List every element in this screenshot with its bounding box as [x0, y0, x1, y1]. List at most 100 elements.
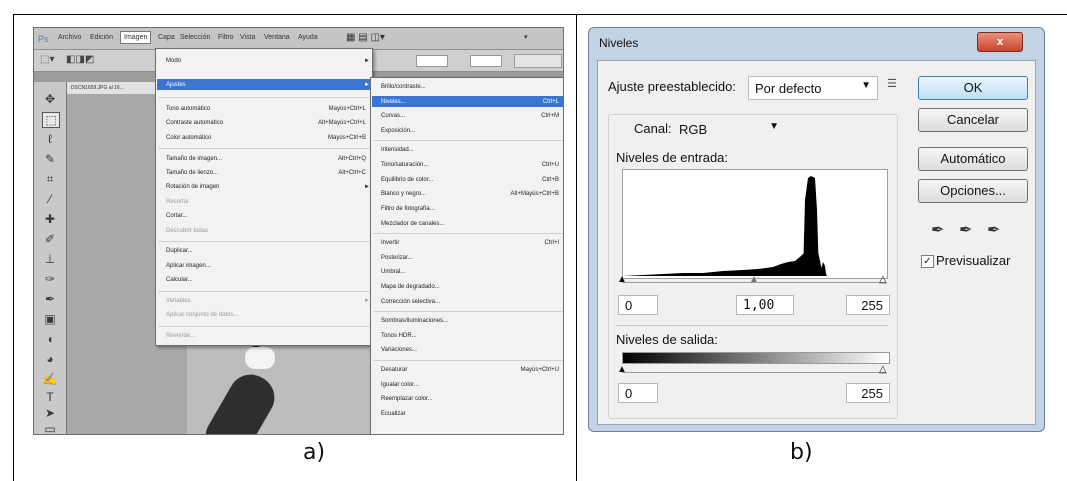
type-tool-icon[interactable]: T	[42, 390, 58, 404]
tool-preset-icon[interactable]: ⬚▾	[40, 54, 54, 65]
image-menu-item[interactable]: Reventar...	[166, 332, 366, 341]
channel-label: Canal:	[630, 121, 676, 136]
shape-tool-icon[interactable]: ▭	[42, 422, 58, 434]
adjustments-menu-item[interactable]: Variaciones...	[381, 346, 559, 355]
image-menu-item[interactable]: Tamaño de lienzo... Alt+Ctrl+C	[166, 169, 366, 178]
image-menu-item[interactable]: Tono automático Mayús+Ctrl+L	[166, 105, 366, 114]
adjustments-menu-item[interactable]: Mapa de degradado...	[381, 283, 559, 292]
input-black-field[interactable]: 0	[618, 295, 658, 315]
cancel-button[interactable]: Cancelar	[918, 108, 1028, 132]
adjustments-menu-item[interactable]: Equilibrio de color... Ctrl+B	[381, 176, 559, 185]
adjustments-menu-item[interactable]: Brillo/contraste...	[381, 83, 559, 92]
adjustments-menu-item[interactable]: Mezclador de canales...	[381, 220, 559, 229]
menu-vista[interactable]: Vista	[240, 34, 255, 41]
menu-edicion[interactable]: Edición	[90, 34, 113, 41]
adjustments-menu-item[interactable]: Igualar color...	[381, 381, 559, 390]
adjustments-menu-item[interactable]: Umbral...	[381, 268, 559, 277]
image-menu-item[interactable]: Cortar...	[166, 212, 366, 221]
adjustments-menu-item[interactable]: Ecualizar	[381, 410, 559, 419]
close-button[interactable]: x	[977, 32, 1023, 52]
history-brush-tool-icon[interactable]: ✑	[42, 272, 58, 286]
input-black-slider[interactable]: ▲	[617, 275, 627, 285]
menu-archivo[interactable]: Archivo	[58, 34, 81, 41]
adjustments-menu-item[interactable]: Desaturar Mayús+Ctrl+U	[381, 366, 559, 375]
adjustments-menu-item[interactable]: Filtro de fotografía...	[381, 205, 559, 214]
output-black-field[interactable]: 0	[618, 383, 658, 403]
output-gradient-bar	[622, 352, 890, 364]
preview-checkbox[interactable]: ✓	[921, 255, 934, 268]
output-white-field[interactable]: 255	[846, 383, 890, 403]
image-menu-item[interactable]: Ajustes ►	[166, 81, 370, 90]
histogram-chart	[623, 176, 827, 276]
adjustments-menu-item[interactable]: Intensidad...	[381, 146, 559, 155]
selection-mode-icons[interactable]: ◧◨◩	[66, 54, 94, 65]
input-white-field[interactable]: 255	[846, 295, 890, 315]
refine-edge-button[interactable]	[514, 54, 562, 68]
input-gamma-slider[interactable]: ▲	[749, 275, 759, 285]
image-menu-item[interactable]: Variables ►	[166, 297, 370, 306]
gray-eyedropper-icon[interactable]: ✒	[959, 220, 972, 240]
adjustments-menu-item[interactable]: Tonos HDR...	[381, 332, 559, 341]
height-field[interactable]	[470, 55, 502, 67]
white-eyedropper-icon[interactable]: ✒	[987, 220, 1000, 240]
image-menu-item[interactable]: Duplicar...	[166, 247, 366, 256]
image-menu-item[interactable]: Modo ►	[166, 57, 370, 66]
adjustments-menu-item[interactable]: Curvas... Ctrl+M	[381, 112, 559, 121]
image-menu-item[interactable]: Tamaño de imagen... Alt+Ctrl+Q	[166, 155, 366, 164]
image-menu-item[interactable]: Recortar	[166, 198, 366, 207]
adjustments-menu-item[interactable]: Blanco y negro... Alt+Mayús+Ctrl+B	[381, 190, 559, 199]
blur-tool-icon[interactable]: ◖	[42, 332, 58, 346]
adjustments-menu-item[interactable]: Tono/saturación... Ctrl+U	[381, 161, 559, 170]
menu-capa[interactable]: Capa	[158, 34, 175, 41]
crop-tool-icon[interactable]: ⌗	[42, 172, 58, 186]
auto-button[interactable]: Automático	[918, 147, 1028, 171]
adjustments-menu-item[interactable]: Niveles... Ctrl+L	[381, 98, 559, 107]
eyedropper-tool-icon[interactable]: ⁄	[42, 192, 58, 206]
dodge-tool-icon[interactable]: ◕	[42, 352, 58, 366]
menu-item-label: Ajustes	[166, 82, 186, 88]
quick-select-tool-icon[interactable]: ✎	[42, 152, 58, 166]
image-menu-item[interactable]: Rotación de imagen ►	[166, 183, 370, 192]
preset-dropdown[interactable]: Por defecto ▼	[748, 76, 878, 100]
options-button[interactable]: Opciones...	[918, 179, 1028, 203]
image-menu-item[interactable]: Contraste automático Alt+Mayús+Ctrl+L	[166, 119, 366, 128]
adjustments-menu-item[interactable]: Exposición...	[381, 127, 559, 136]
eraser-tool-icon[interactable]: ✒	[42, 292, 58, 306]
image-menu-item[interactable]: Color automático Mayús+Ctrl+B	[166, 134, 366, 143]
black-eyedropper-icon[interactable]: ✒	[931, 220, 944, 240]
image-menu-item[interactable]: Calcular...	[166, 276, 366, 285]
menu-filtro[interactable]: Filtro	[218, 34, 234, 41]
image-menu-item[interactable]: Aplicar imagen...	[166, 262, 366, 271]
adjustments-menu-item[interactable]: Posterizar...	[381, 254, 559, 263]
move-tool-icon[interactable]: ✥	[42, 92, 58, 106]
menu-ventana[interactable]: Ventana	[264, 34, 290, 41]
adjustments-menu-item[interactable]: Corrección selectiva...	[381, 298, 559, 307]
preset-options-icon[interactable]: ☰	[887, 77, 897, 90]
image-menu-item[interactable]: Descubrir todas	[166, 227, 366, 236]
brush-tool-icon[interactable]: ✐	[42, 232, 58, 246]
image-menu-item[interactable]: Aplicar conjunto de datos...	[166, 311, 366, 320]
menubar-icon-buttons[interactable]: ▦ ▤ ◫▾	[346, 32, 385, 43]
adjustments-menu-item[interactable]: Sombras/iluminaciones...	[381, 317, 559, 326]
width-field[interactable]	[416, 55, 448, 67]
input-white-slider[interactable]: △	[879, 275, 887, 285]
marquee-tool-icon[interactable]: ⬚	[42, 112, 60, 128]
channel-dropdown[interactable]: RGB ▼	[672, 117, 786, 141]
input-gamma-field[interactable]: 1,00	[736, 295, 794, 315]
healing-tool-icon[interactable]: ✚	[42, 212, 58, 226]
pen-tool-icon[interactable]: ✍	[42, 372, 58, 386]
check-icon: ✓	[923, 256, 932, 267]
menu-ayuda[interactable]: Ayuda	[298, 34, 318, 41]
gradient-tool-icon[interactable]: ▣	[42, 312, 58, 326]
output-white-slider[interactable]: △	[879, 365, 887, 375]
ok-button[interactable]: OK	[918, 76, 1028, 100]
stamp-tool-icon[interactable]: ⊥	[42, 252, 58, 266]
adjustments-menu-item[interactable]: Reemplazar color...	[381, 395, 559, 404]
output-black-slider[interactable]: ▲	[617, 365, 627, 375]
zoom-dropdown[interactable]: ▾	[524, 33, 528, 41]
lasso-tool-icon[interactable]: ℓ	[42, 132, 58, 146]
path-select-tool-icon[interactable]: ➤	[42, 406, 58, 420]
menu-seleccion[interactable]: Selección	[180, 34, 210, 41]
adjustments-menu-item[interactable]: Invertir Ctrl+I	[381, 239, 559, 248]
menu-imagen[interactable]: Imagen	[120, 31, 152, 44]
